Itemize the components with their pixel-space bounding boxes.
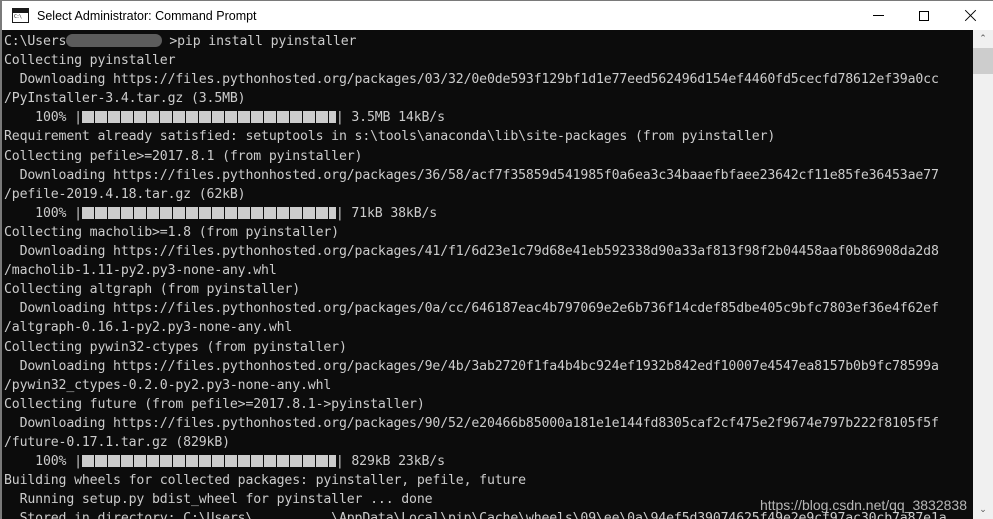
console-line: Collecting macholib>=1.8 (from pyinstall… bbox=[4, 224, 339, 240]
progress-percent: 100% | bbox=[4, 454, 82, 470]
console-line: /macholib-1.11-py2.py3-none-any.whl bbox=[4, 263, 277, 279]
console-text: >pip install pyinstaller bbox=[161, 34, 357, 49]
console-line: 100% | | 829kB 23kB/s bbox=[4, 452, 973, 471]
console-line: Collecting pefile>=2017.8.1 (from pyinst… bbox=[4, 148, 363, 164]
console-line: Requirement already satisfied: setuptool… bbox=[4, 129, 776, 145]
progress-percent: 100% | bbox=[4, 205, 82, 221]
progress-status: | 3.5MB 14kB/s bbox=[335, 110, 445, 126]
console-line: Downloading https://files.pythonhosted.o… bbox=[4, 301, 939, 317]
window-title: Select Administrator: Command Prompt bbox=[37, 8, 257, 23]
console-line: /future-0.17.1.tar.gz (829kB) bbox=[4, 434, 230, 450]
console-line: 100% | | 71kB 38kB/s bbox=[4, 204, 973, 223]
console-scrollbar[interactable]: ⌃ ⌄ bbox=[973, 30, 993, 519]
redacted-username: \ bbox=[66, 34, 162, 47]
console-line: Downloading https://files.pythonhosted.o… bbox=[4, 72, 939, 88]
maximize-button[interactable] bbox=[901, 1, 947, 30]
progress-bar bbox=[81, 111, 336, 124]
scrollbar-thumb[interactable] bbox=[973, 48, 993, 74]
progress-percent: 100% | bbox=[4, 110, 82, 126]
console-line: 100% | | 3.5MB 14kB/s bbox=[4, 108, 973, 127]
progress-bar bbox=[81, 206, 336, 219]
console-line: /pefile-2019.4.18.tar.gz (62kB) bbox=[4, 186, 246, 202]
command-prompt-window: Select Administrator: Command Prompt C:\… bbox=[0, 0, 993, 519]
minimize-button[interactable] bbox=[855, 1, 901, 30]
console-line: Collecting pyinstaller bbox=[4, 53, 176, 69]
console-line: Downloading https://files.pythonhosted.o… bbox=[4, 167, 939, 183]
console-line: Collecting future (from pefile>=2017.8.1… bbox=[4, 396, 425, 412]
console-output[interactable]: C:\Users\ >pip install pyinstaller Collec… bbox=[2, 30, 973, 519]
console-line: Downloading https://files.pythonhosted.o… bbox=[4, 415, 939, 431]
close-icon bbox=[964, 10, 976, 22]
console-line: Collecting altgraph (from pyinstaller) bbox=[4, 282, 301, 298]
console-line: Building wheels for collected packages: … bbox=[4, 473, 526, 489]
console-line: /PyInstaller-3.4.tar.gz (3.5MB) bbox=[4, 91, 246, 107]
console-line: C:\Users\ >pip install pyinstaller bbox=[4, 32, 973, 51]
progress-status: | 829kB 23kB/s bbox=[335, 454, 445, 470]
console-text: C:\Users bbox=[4, 34, 67, 49]
console-line: Stored in directory: C:\Users\ \AppData\… bbox=[4, 511, 947, 519]
scroll-up-arrow-icon[interactable]: ⌃ bbox=[973, 30, 993, 48]
console-icon bbox=[12, 8, 29, 23]
maximize-icon bbox=[919, 10, 929, 21]
scroll-down-arrow-icon[interactable]: ⌄ bbox=[973, 501, 993, 519]
close-button[interactable] bbox=[947, 1, 993, 30]
console-line: Downloading https://files.pythonhosted.o… bbox=[4, 358, 939, 374]
console-line: Downloading https://files.pythonhosted.o… bbox=[4, 244, 939, 260]
progress-bar bbox=[81, 455, 336, 468]
progress-status: | 71kB 38kB/s bbox=[335, 205, 438, 221]
console-line: /pywin32_ctypes-0.2.0-py2.py3-none-any.w… bbox=[4, 377, 332, 393]
console-line: Running setup.py bdist_wheel for pyinsta… bbox=[4, 492, 433, 508]
minimize-icon bbox=[872, 15, 884, 16]
console-line: Collecting pywin32-ctypes (from pyinstal… bbox=[4, 339, 347, 355]
title-bar[interactable]: Select Administrator: Command Prompt bbox=[2, 1, 993, 30]
console-line: /altgraph-0.16.1-py2.py3-none-any.whl bbox=[4, 320, 293, 336]
